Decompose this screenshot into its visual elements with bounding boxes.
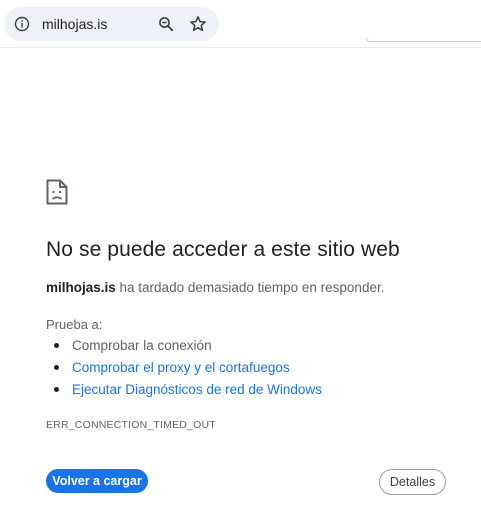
link-check-proxy-firewall[interactable]: Comprobar el proxy y el cortafuegos — [72, 360, 290, 375]
error-host: milhojas.is — [46, 280, 116, 295]
sad-page-icon — [46, 179, 68, 205]
star-icon[interactable] — [187, 13, 209, 35]
side-panel-edge — [366, 38, 481, 42]
suggestion-item: Ejecutar Diagnósticos de red de Windows — [52, 382, 322, 404]
error-title: No se puede acceder a este sitio web — [46, 238, 400, 261]
zoom-out-icon[interactable] — [155, 14, 177, 34]
url-text[interactable]: milhojas.is — [42, 16, 107, 32]
suggestion-list: Comprobar la conexión Comprobar el proxy… — [52, 338, 322, 404]
error-code: ERR_CONNECTION_TIMED_OUT — [46, 419, 216, 431]
error-summary: milhojas.is ha tardado demasiado tiempo … — [46, 280, 384, 295]
link-run-network-diagnostics[interactable]: Ejecutar Diagnósticos de red de Windows — [72, 382, 322, 397]
try-label: Prueba a: — [46, 317, 103, 332]
address-bar[interactable]: milhojas.is — [4, 7, 219, 41]
reload-button[interactable]: Volver a cargar — [46, 469, 148, 493]
info-icon[interactable] — [12, 14, 32, 34]
details-button[interactable]: Detalles — [379, 469, 446, 495]
suggestion-item: Comprobar el proxy y el cortafuegos — [52, 360, 322, 382]
suggestion-item: Comprobar la conexión — [52, 338, 322, 360]
suggestion-check-connection: Comprobar la conexión — [72, 338, 212, 353]
error-summary-text: ha tardado demasiado tiempo en responder… — [115, 280, 385, 295]
browser-toolbar: milhojas.is — [0, 0, 481, 48]
